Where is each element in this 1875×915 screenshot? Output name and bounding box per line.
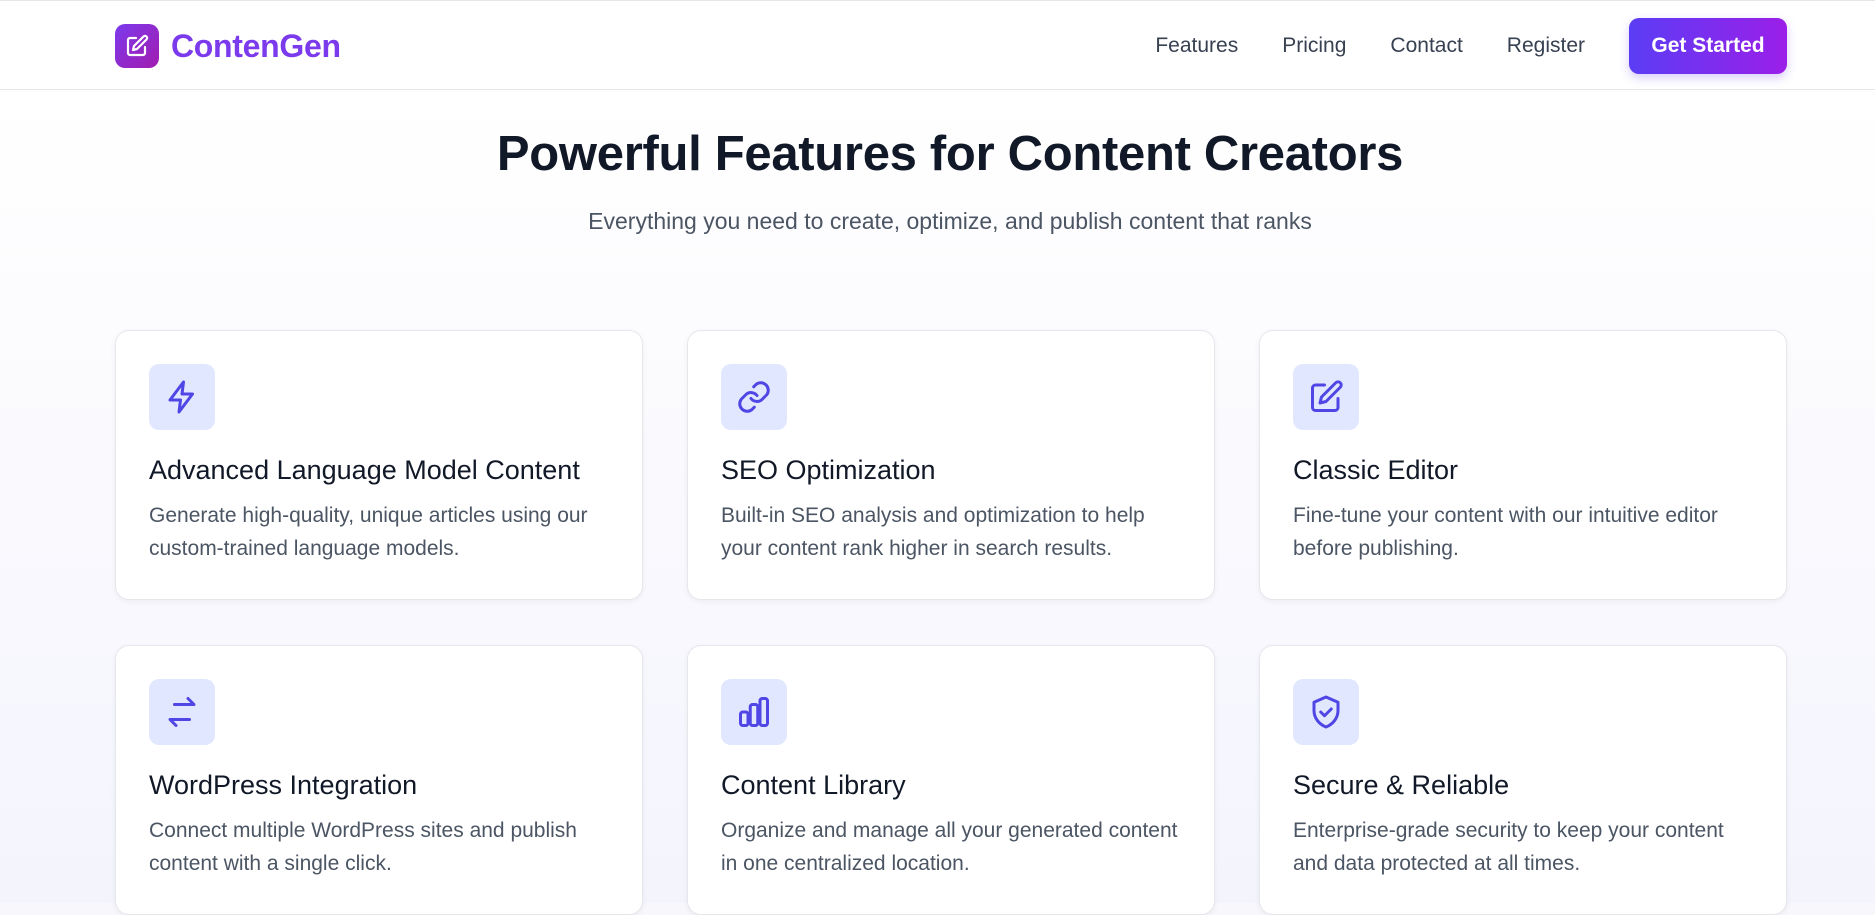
feature-card-secure: Secure & Reliable Enterprise-grade secur… [1259,645,1787,915]
get-started-button[interactable]: Get Started [1629,18,1787,74]
feature-card-library: Content Library Organize and manage all … [687,645,1215,915]
brand-name: ContenGen [171,27,341,64]
feature-title: Content Library [721,770,906,800]
navbar: ContenGen Features Pricing Contact Regis… [0,0,1875,90]
feature-title: WordPress Integration [149,770,418,800]
features-grid: Advanced Language Model Content Generate… [115,330,1787,915]
link-icon [721,364,787,430]
nav-link-contact[interactable]: Contact [1390,34,1462,58]
feature-description: Generate high-quality, unique articles u… [149,504,588,560]
feature-card-seo: SEO Optimization Built-in SEO analysis a… [687,330,1215,600]
edit-icon [115,24,159,68]
feature-title: Advanced Language Model Content [149,455,580,485]
arrows-exchange-icon [149,679,215,745]
nav-links: Features Pricing Contact Register Get St… [1155,1,1875,91]
feature-description: Fine-tune your content with our intuitiv… [1293,504,1718,560]
nav-link-features[interactable]: Features [1155,34,1238,58]
page-title: Powerful Features for Content Creators [496,127,1404,181]
feature-card-wordpress: WordPress Integration Connect multiple W… [115,645,643,915]
feature-description: Built-in SEO analysis and optimization t… [721,504,1145,560]
feature-title: SEO Optimization [721,455,936,485]
feature-card-language-model: Advanced Language Model Content Generate… [115,330,643,600]
page-subtitle: Everything you need to create, optimize,… [588,208,1312,234]
feature-description: Organize and manage all your generated c… [721,819,1178,875]
lightning-icon [149,364,215,430]
feature-description: Enterprise-grade security to keep your c… [1293,819,1724,875]
bar-chart-icon [721,679,787,745]
brand-logo[interactable]: ContenGen [115,24,341,68]
feature-card-editor: Classic Editor Fine-tune your content wi… [1259,330,1787,600]
feature-title: Classic Editor [1293,455,1459,485]
edit-icon [1293,364,1359,430]
features-section: Powerful Features for Content Creators E… [0,90,1875,915]
nav-link-pricing[interactable]: Pricing [1282,34,1346,58]
feature-description: Connect multiple WordPress sites and pub… [149,819,577,875]
nav-link-register[interactable]: Register [1507,34,1585,58]
shield-check-icon [1293,679,1359,745]
feature-title: Secure & Reliable [1293,770,1510,800]
